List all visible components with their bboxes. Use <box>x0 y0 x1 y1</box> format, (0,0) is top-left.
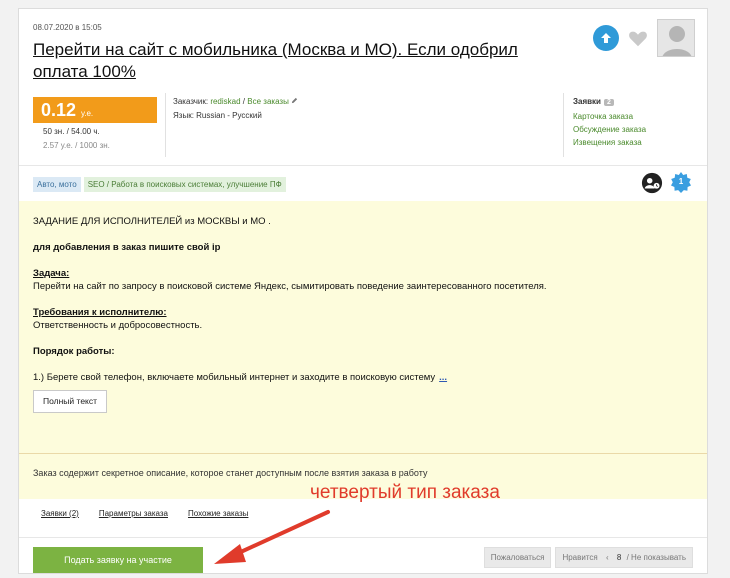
head-icons: 1 <box>641 171 693 195</box>
avatar[interactable] <box>657 19 695 57</box>
like-count: 8 <box>616 553 622 562</box>
price-unit: у.е. <box>81 109 94 118</box>
edit-icon <box>291 97 298 104</box>
order-card-link[interactable]: Карточка заказа <box>573 110 646 123</box>
divider <box>563 93 564 157</box>
desc-line: ЗАДАНИЕ ДЛЯ ИСПОЛНИТЕЛЕЙ из МОСКВЫ и МО … <box>33 216 271 227</box>
tag-auto[interactable]: Авто, мото <box>33 177 81 192</box>
top-icons <box>593 19 695 57</box>
full-text-button[interactable]: Полный текст <box>33 390 108 413</box>
customer-sep: / <box>242 97 246 106</box>
like-controls: Нравится ‹ 8 / Не показывать <box>555 547 693 568</box>
applications-head[interactable]: Заявки 2 <box>573 97 646 106</box>
step-line: 1.) Берете свой телефон, включаете мобил… <box>33 371 693 384</box>
customer-line: Заказчик: rediskad / Все заказы <box>173 97 298 106</box>
order-description: ЗАДАНИЕ ДЛЯ ИСПОЛНИТЕЛЕЙ из МОСКВЫ и МО … <box>19 201 707 499</box>
price-value: 0.12 <box>41 100 77 120</box>
footer-actions: Пожаловаться Нравится ‹ 8 / Не показыват… <box>480 547 693 568</box>
task-text: Перейти на сайт по запросу в поисковой с… <box>33 281 547 292</box>
tab-order-params[interactable]: Параметры заказа <box>99 509 168 518</box>
requirements-text: Ответственность и добросовестность. <box>33 320 203 331</box>
order-date: 08.07.2020 в 15:05 <box>33 23 102 32</box>
work-order-title: Порядок работы: <box>33 346 115 357</box>
user-clock-icon[interactable] <box>641 172 663 194</box>
heart-icon[interactable] <box>627 27 649 49</box>
submit-application-button[interactable]: Подать заявку на участие <box>33 547 203 573</box>
price-box: 0.12 у.е. <box>33 97 157 123</box>
customer-link[interactable]: rediskad <box>210 97 240 106</box>
rating-badge[interactable]: 1 <box>669 171 693 195</box>
language-value: Russian - Русский <box>196 111 262 120</box>
desc-line: для добавления в заказ пишите свой ip <box>33 242 221 253</box>
hide-button[interactable]: / Не показывать <box>627 553 686 562</box>
secret-notice: Заказ содержит секретное описание, котор… <box>33 468 428 478</box>
divider <box>19 537 707 538</box>
arrow-up-icon[interactable] <box>593 25 619 51</box>
complain-button[interactable]: Пожаловаться <box>483 547 552 568</box>
order-discussion-link[interactable]: Обсуждение заказа <box>573 123 646 136</box>
language-label: Язык: <box>173 111 194 120</box>
language-line: Язык: Russian - Русский <box>173 111 262 120</box>
tags: Авто, мото SEO / Работа в поисковых сист… <box>33 177 289 192</box>
requirements-title: Требования к исполнителю: <box>33 307 167 318</box>
applications-count: 2 <box>603 99 614 106</box>
tab-applications[interactable]: Заявки (2) <box>41 509 79 518</box>
divider <box>19 165 707 166</box>
annotation-arrow-icon <box>214 510 330 564</box>
more-link[interactable]: ... <box>439 372 447 383</box>
task-title: Задача: <box>33 268 70 279</box>
rating-badge-value: 1 <box>678 177 684 186</box>
all-orders-link[interactable]: Все заказы <box>247 97 289 106</box>
like-button[interactable]: Нравится <box>562 553 597 562</box>
customer-label: Заказчик: <box>173 97 209 106</box>
side-links: Заявки 2 Карточка заказа Обсуждение заказ… <box>573 97 646 149</box>
order-title[interactable]: Перейти на сайт с мобильника (Москва и М… <box>33 39 573 83</box>
divider <box>165 93 166 157</box>
like-prev[interactable]: ‹ <box>606 553 609 562</box>
price-rate: 2.57 у.е. / 1000 зн. <box>43 141 110 150</box>
order-notifications-link[interactable]: Извещения заказа <box>573 136 646 149</box>
tag-seo[interactable]: SEO / Работа в поисковых системах, улучш… <box>83 177 286 192</box>
price-hours: 50 зн. / 54.00 ч. <box>43 127 100 136</box>
step-text: 1.) Берете свой телефон, включаете мобил… <box>33 372 436 383</box>
divider <box>19 453 707 454</box>
